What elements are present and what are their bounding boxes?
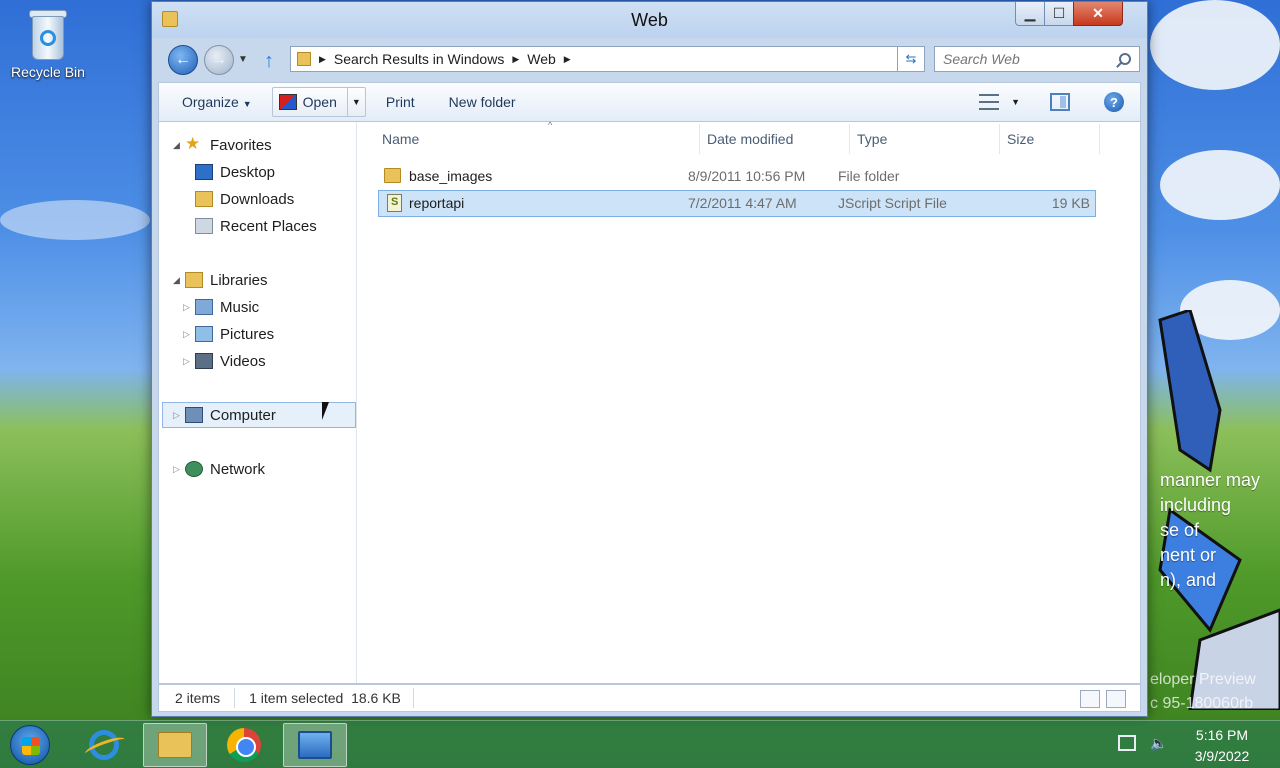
taskbar-file-explorer[interactable] xyxy=(143,723,207,767)
search-icon[interactable] xyxy=(1119,53,1131,65)
nav-recent-places[interactable]: Recent Places xyxy=(159,213,355,239)
start-button[interactable] xyxy=(10,725,50,765)
network-status-icon[interactable] xyxy=(1118,735,1136,751)
open-button[interactable]: Open xyxy=(273,94,347,110)
script-file-icon xyxy=(387,194,402,212)
nav-videos[interactable]: ▷ Videos xyxy=(159,348,355,374)
breadcrumb-separator[interactable]: ▶ xyxy=(512,54,519,65)
up-folder-button[interactable]: ↑ xyxy=(264,50,274,73)
breadcrumb-web[interactable]: Web xyxy=(527,51,556,67)
large-icons-view-icon[interactable] xyxy=(1106,690,1126,708)
desktop-watermark-text: manner may including se of nent or n), a… xyxy=(1160,470,1261,590)
open-dropdown-button[interactable]: ▼ xyxy=(346,88,365,116)
mouse-cursor xyxy=(322,402,329,420)
help-icon[interactable]: ? xyxy=(1104,92,1124,112)
chrome-icon xyxy=(227,728,261,762)
star-icon: ★ xyxy=(185,134,201,153)
internet-explorer-icon xyxy=(89,730,119,760)
status-bar: 2 items 1 item selected 18.6 KB xyxy=(158,684,1141,712)
system-tray: 🔈 xyxy=(1118,735,1167,752)
search-box[interactable] xyxy=(934,46,1140,72)
selection-info: 1 item selected 18.6 KB xyxy=(249,690,401,706)
libraries-icon xyxy=(185,272,203,288)
back-button[interactable]: ← xyxy=(168,45,198,75)
view-options-dropdown[interactable]: ▼ xyxy=(1011,97,1020,107)
folder-icon xyxy=(384,168,401,183)
details-view-icon[interactable] xyxy=(1080,690,1100,708)
taskbar-internet-explorer[interactable] xyxy=(72,723,136,767)
remote-desktop-icon xyxy=(298,731,332,759)
forward-button[interactable]: → xyxy=(204,45,234,75)
breadcrumb-separator[interactable]: ▶ xyxy=(319,54,326,65)
collapse-arrow-icon[interactable]: ◢ xyxy=(173,275,180,286)
nav-libraries[interactable]: ◢ Libraries xyxy=(159,267,355,293)
column-header-size[interactable]: Size xyxy=(1000,124,1100,154)
sort-ascending-icon: ^ xyxy=(548,120,553,130)
recycle-bin-shortcut[interactable]: Recycle Bin xyxy=(6,6,90,80)
breadcrumb-search-results[interactable]: Search Results in Windows xyxy=(334,51,504,67)
column-header-type[interactable]: Type xyxy=(850,124,1000,154)
expand-arrow-icon[interactable]: ▷ xyxy=(183,302,190,313)
explorer-window: Web ▁ ☐ ✕ ← → ▼ ↑ ▶ Search Results in Wi… xyxy=(151,1,1148,717)
explorer-content: ◢ ★ Favorites Desktop Downloads Recent P… xyxy=(158,120,1141,684)
taskbar-remote-desktop[interactable] xyxy=(283,723,347,767)
title-bar[interactable]: Web ▁ ☐ ✕ xyxy=(152,2,1147,38)
nav-music[interactable]: ▷ Music xyxy=(159,294,355,320)
nav-favorites[interactable]: ◢ ★ Favorites xyxy=(159,132,355,158)
change-view-icon[interactable] xyxy=(979,94,1000,110)
clock-time: 5:16 PM xyxy=(1195,727,1249,743)
close-button[interactable]: ✕ xyxy=(1073,2,1123,26)
nav-desktop[interactable]: Desktop xyxy=(159,159,355,185)
expand-arrow-icon[interactable]: ▷ xyxy=(173,410,180,421)
file-explorer-icon xyxy=(158,732,192,758)
column-header-date-modified[interactable]: Date modified xyxy=(700,124,850,154)
organize-menu[interactable]: Organize ▼ xyxy=(159,94,268,110)
refresh-button[interactable]: ⇆ xyxy=(897,46,925,72)
downloads-icon xyxy=(195,191,213,207)
computer-icon xyxy=(185,407,203,423)
desktop-icon xyxy=(195,164,213,180)
nav-downloads[interactable]: Downloads xyxy=(159,186,355,212)
desktop-build-watermark: eloper Preview c 95-180060rb xyxy=(1150,671,1256,712)
open-with-icon xyxy=(278,94,297,110)
column-header-name[interactable]: ^ Name xyxy=(372,120,700,154)
window-title: Web xyxy=(631,10,668,30)
collapse-arrow-icon[interactable]: ◢ xyxy=(173,140,180,151)
expand-arrow-icon[interactable]: ▷ xyxy=(173,464,180,475)
recent-places-icon xyxy=(195,218,213,234)
new-folder-button[interactable]: New folder xyxy=(431,94,532,110)
open-split-button[interactable]: Open ▼ xyxy=(271,87,366,117)
file-row-reportapi[interactable]: reportapi 7/2/2011 4:47 AM JScript Scrip… xyxy=(378,190,1096,217)
taskbar-chrome[interactable] xyxy=(212,723,276,767)
nav-pictures[interactable]: ▷ Pictures xyxy=(159,321,355,347)
recent-locations-dropdown[interactable]: ▼ xyxy=(238,54,248,65)
folder-icon xyxy=(297,52,311,66)
nav-network[interactable]: ▷ Network xyxy=(159,456,355,482)
command-bar: Organize ▼ Open ▼ Print New folder ▼ ? xyxy=(158,82,1141,122)
pictures-icon xyxy=(195,326,213,342)
volume-icon[interactable]: 🔈 xyxy=(1150,735,1167,752)
videos-icon xyxy=(195,353,213,369)
expand-arrow-icon[interactable]: ▷ xyxy=(183,356,190,367)
maximize-button[interactable]: ☐ xyxy=(1044,2,1074,26)
recycle-bin-icon xyxy=(28,6,68,60)
clock-date: 3/9/2022 xyxy=(1194,748,1250,764)
print-button[interactable]: Print xyxy=(366,94,431,110)
recycle-bin-label: Recycle Bin xyxy=(11,64,85,80)
network-icon xyxy=(185,461,203,477)
address-bar[interactable]: ▶ Search Results in Windows ▶ Web ▶ ▼ xyxy=(290,46,920,72)
file-list: ^ Name Date modified Type Size base_imag… xyxy=(358,120,1140,683)
breadcrumb-separator[interactable]: ▶ xyxy=(564,54,571,65)
taskbar: 🔈 5:16 PM 3/9/2022 xyxy=(0,720,1280,768)
file-row-base-images[interactable]: base_images 8/9/2011 10:56 PM File folde… xyxy=(378,163,1096,190)
minimize-button[interactable]: ▁ xyxy=(1015,2,1045,26)
item-count: 2 items xyxy=(175,690,221,706)
music-icon xyxy=(195,299,213,315)
expand-arrow-icon[interactable]: ▷ xyxy=(183,329,190,340)
preview-pane-icon[interactable] xyxy=(1050,93,1070,111)
clock[interactable]: 5:16 PM 3/9/2022 xyxy=(1182,725,1262,767)
search-input[interactable] xyxy=(943,51,1103,67)
